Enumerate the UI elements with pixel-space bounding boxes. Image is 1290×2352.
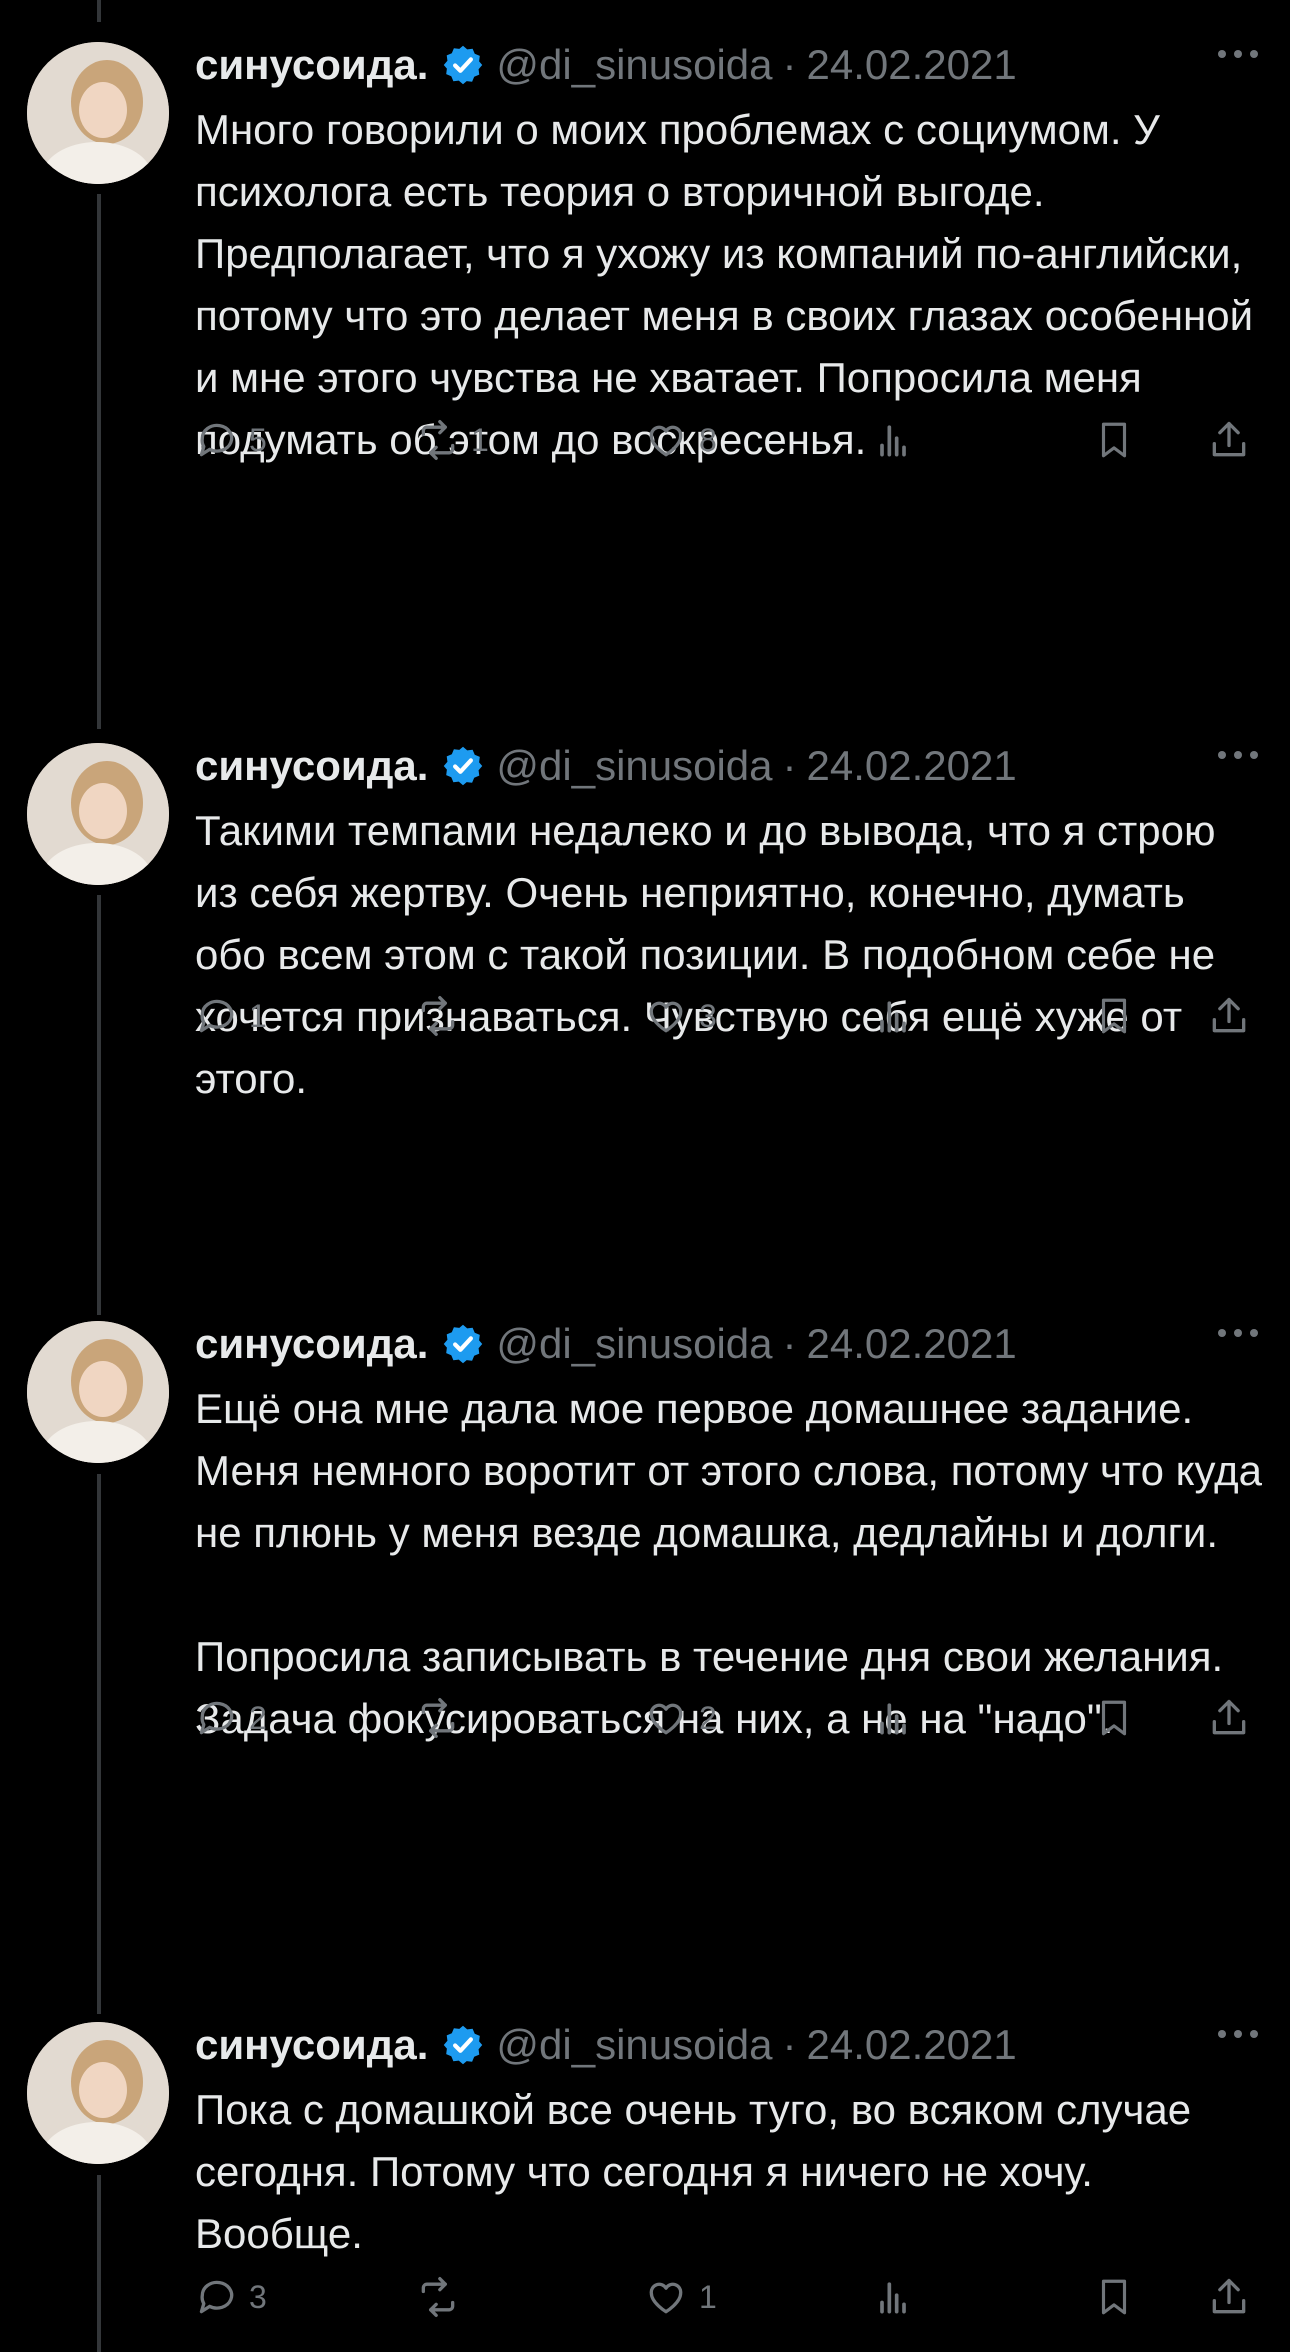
reply-count: 3: [249, 2278, 267, 2315]
avatar[interactable]: [27, 743, 169, 885]
verified-badge-icon: [442, 745, 484, 787]
retweet-button[interactable]: [415, 1690, 471, 1746]
reply-icon: [199, 999, 234, 1033]
tweet-date[interactable]: 24.02.2021: [807, 41, 1017, 89]
reply-button[interactable]: 2: [195, 1690, 267, 1746]
separator: ·: [782, 41, 797, 88]
share-icon: [1212, 2278, 1246, 2314]
bookmark-button[interactable]: [1093, 988, 1135, 1044]
tweet-date[interactable]: 24.02.2021: [807, 2021, 1017, 2069]
like-icon: [649, 1001, 683, 1033]
bookmark-icon: [1101, 1700, 1127, 1736]
tweet-date[interactable]: 24.02.2021: [807, 1320, 1017, 1368]
retweet-button[interactable]: [415, 2269, 471, 2325]
thread-line: [97, 895, 101, 1315]
retweet-icon: [421, 996, 455, 1036]
share-icon: [1212, 997, 1246, 1033]
like-count: 1: [699, 2278, 717, 2315]
avatar[interactable]: [27, 42, 169, 184]
share-button[interactable]: [1207, 988, 1251, 1044]
tweet-text: Пока с домашкой все очень туго, во всяко…: [195, 2086, 1203, 2257]
more-icon[interactable]: [1216, 47, 1260, 65]
like-icon: [649, 1703, 683, 1735]
retweet-icon: [421, 420, 455, 460]
verified-badge-icon: [442, 2024, 484, 2066]
reply-icon: [199, 423, 234, 457]
avatar[interactable]: [27, 2022, 169, 2164]
tweet-date[interactable]: 24.02.2021: [807, 742, 1017, 790]
thread-line: [97, 194, 101, 729]
avatar[interactable]: [27, 1321, 169, 1463]
tweet-text: Такими темпами недалеко и до вывода, что…: [195, 807, 1228, 1102]
user-handle[interactable]: @di_sinusoida: [496, 41, 772, 89]
retweet-button[interactable]: 1: [415, 412, 489, 468]
verified-badge-icon: [442, 44, 484, 86]
more-icon[interactable]: [1216, 748, 1260, 766]
separator: ·: [782, 1320, 797, 1367]
tweet-actions: 3 1: [195, 2269, 1255, 2325]
separator: ·: [782, 2021, 797, 2068]
like-icon: [649, 2282, 683, 2314]
views-button[interactable]: [871, 412, 915, 468]
share-button[interactable]: [1207, 412, 1251, 468]
bookmark-button[interactable]: [1093, 2269, 1135, 2325]
verified-badge-icon: [442, 1323, 484, 1365]
user-name[interactable]: синусоида.: [195, 1320, 428, 1368]
bookmark-icon: [1101, 998, 1127, 1034]
share-icon: [1212, 421, 1246, 457]
tweet-actions: 1 3: [195, 988, 1255, 1044]
tweet-actions: 5 1 8: [195, 412, 1255, 468]
reply-count: 5: [249, 421, 267, 458]
user-name[interactable]: синусоида.: [195, 41, 428, 89]
more-icon[interactable]: [1216, 1326, 1260, 1344]
reply-count: 1: [249, 997, 267, 1034]
views-icon: [880, 1001, 906, 1033]
views-icon: [880, 2282, 906, 2314]
separator: ·: [782, 742, 797, 789]
views-button[interactable]: [871, 2269, 915, 2325]
views-icon: [880, 1703, 906, 1735]
share-button[interactable]: [1207, 2269, 1251, 2325]
like-count: 2: [699, 1699, 717, 1736]
views-icon: [880, 425, 906, 457]
like-button[interactable]: 2: [643, 1690, 717, 1746]
tweet-actions: 2 2: [195, 1690, 1255, 1746]
reply-icon: [199, 1701, 234, 1735]
retweet-button[interactable]: [415, 988, 471, 1044]
reply-button[interactable]: 1: [195, 988, 267, 1044]
like-icon: [649, 425, 683, 457]
like-count: 3: [699, 997, 717, 1034]
views-button[interactable]: [871, 988, 915, 1044]
more-icon[interactable]: [1216, 2027, 1260, 2045]
user-handle[interactable]: @di_sinusoida: [496, 2021, 772, 2069]
reply-button[interactable]: 3: [195, 2269, 267, 2325]
bookmark-icon: [1101, 422, 1127, 458]
like-count: 8: [699, 421, 717, 458]
like-button[interactable]: 8: [643, 412, 717, 468]
reply-count: 2: [249, 1699, 267, 1736]
retweet-icon: [421, 1698, 455, 1738]
bookmark-button[interactable]: [1093, 1690, 1135, 1746]
like-button[interactable]: 3: [643, 988, 717, 1044]
retweet-icon: [421, 2277, 455, 2317]
bookmark-button[interactable]: [1093, 412, 1135, 468]
share-icon: [1212, 1699, 1246, 1735]
share-button[interactable]: [1207, 1690, 1251, 1746]
reply-button[interactable]: 5: [195, 412, 267, 468]
views-button[interactable]: [871, 1690, 915, 1746]
user-handle[interactable]: @di_sinusoida: [496, 1320, 772, 1368]
thread-line: [97, 2175, 101, 2352]
user-handle[interactable]: @di_sinusoida: [496, 742, 772, 790]
retweet-count: 1: [471, 421, 489, 458]
user-name[interactable]: синусоида.: [195, 2021, 428, 2069]
bookmark-icon: [1101, 2279, 1127, 2315]
like-button[interactable]: 1: [643, 2269, 717, 2325]
thread-line: [97, 0, 101, 22]
thread-line: [97, 1474, 101, 2014]
reply-icon: [199, 2280, 234, 2314]
user-name[interactable]: синусоида.: [195, 742, 428, 790]
